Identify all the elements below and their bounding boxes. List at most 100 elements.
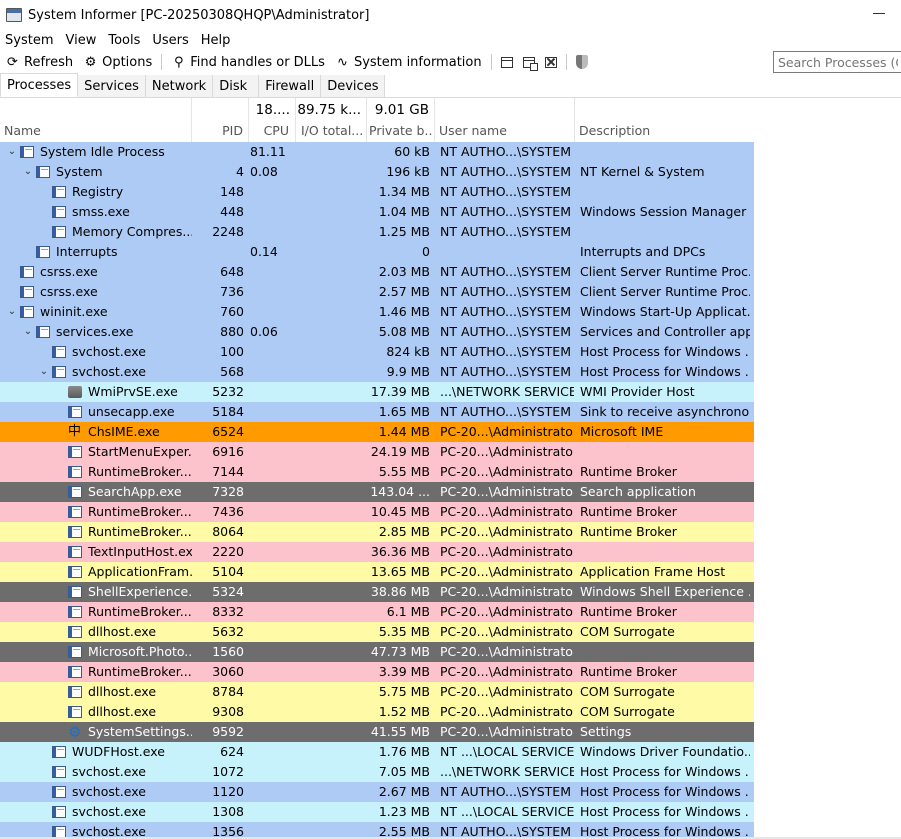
column-private-bytes[interactable]: 9.01 GB Private b... xyxy=(367,98,435,142)
process-icon xyxy=(52,746,66,758)
chevron-down-icon[interactable]: ⌄ xyxy=(22,322,34,342)
search-processes-input[interactable] xyxy=(773,51,901,73)
process-row[interactable]: ShellExperience... 5324 38.86 MB PC-20...\A… xyxy=(0,582,754,602)
private-bytes-cell: 0 xyxy=(422,244,430,259)
process-tree[interactable]: Name PID 18.... CPU 89.75 k... I/O total… xyxy=(0,98,901,839)
user-name-cell: NT AUTHO...\SYSTEM xyxy=(440,364,571,379)
options-button[interactable]: ⚙ Options xyxy=(78,51,157,73)
process-row[interactable]: smss.exe 448 1.04 MB NT AUTHO...\SYSTEM Wind… xyxy=(0,202,754,222)
menu-users[interactable]: Users xyxy=(147,33,195,48)
column-cpu[interactable]: 18.... CPU xyxy=(249,98,296,142)
process-row[interactable]: RuntimeBroker.... 7436 10.45 MB PC-20...\Ad… xyxy=(0,502,754,522)
process-row[interactable]: ⌄ System Idle Process 81.11 60 kB NT AUTHO..… xyxy=(0,142,754,162)
process-row[interactable]: Memory Compres... 2248 1.25 MB NT AUTHO...\… xyxy=(0,222,754,242)
system-information-button[interactable]: ∿ System information xyxy=(330,51,487,73)
process-row[interactable]: RuntimeBroker.... 8064 2.85 MB PC-20...\Adm… xyxy=(0,522,754,542)
pid-cell: 9308 xyxy=(212,704,244,719)
process-row[interactable]: RuntimeBroker.... 7144 5.55 MB PC-20...\Adm… xyxy=(0,462,754,482)
column-user-name[interactable]: User name xyxy=(435,98,575,142)
process-row[interactable]: 中 ChsIME.exe 6524 1.44 MB PC-20...\Administr… xyxy=(0,422,754,442)
process-row[interactable]: WUDFHost.exe 624 1.76 MB NT ...\LOCAL SERVI… xyxy=(0,742,754,762)
io-cell xyxy=(296,242,363,262)
tab-processes[interactable]: Processes xyxy=(0,73,79,97)
user-name-cell: PC-20...\Administrator xyxy=(440,624,574,639)
refresh-label: Refresh xyxy=(24,54,74,70)
column-io-total[interactable]: 89.75 k... I/O total... xyxy=(296,98,367,142)
menu-help[interactable]: Help xyxy=(196,33,238,48)
process-row[interactable]: dllhost.exe 5632 5.35 MB PC-20...\Administr… xyxy=(0,622,754,642)
process-row[interactable]: Registry 148 1.34 MB NT AUTHO...\SYSTEM xyxy=(0,182,754,202)
process-icon xyxy=(52,806,66,818)
process-row[interactable]: csrss.exe 736 2.57 MB NT AUTHO...\SYSTEM Cli… xyxy=(0,282,754,302)
process-name-cell: svchost.exe xyxy=(0,342,192,362)
cpu-cell xyxy=(250,422,292,442)
process-row[interactable]: svchost.exe 100 824 kB NT AUTHO...\SYSTEM Ho… xyxy=(0,342,754,362)
column-description[interactable]: Description xyxy=(575,98,754,142)
process-row[interactable]: ⚙ SystemSettings.... 9592 41.55 MB PC-20...\… xyxy=(0,722,754,742)
process-row[interactable]: dllhost.exe 8784 5.75 MB PC-20...\Administr… xyxy=(0,682,754,702)
process-row[interactable]: RuntimeBroker.... 8332 6.1 MB PC-20...\Admi… xyxy=(0,602,754,622)
process-row[interactable]: RuntimeBroker.... 3060 3.39 MB PC-20...\Adm… xyxy=(0,662,754,682)
description-cell: Runtime Broker xyxy=(580,524,677,539)
pid-cell xyxy=(192,142,244,162)
process-row[interactable]: ⌄ svchost.exe 568 9.9 MB NT AUTHO...\SYSTEM H… xyxy=(0,362,754,382)
process-row[interactable]: unsecapp.exe 5184 1.65 MB NT AUTHO...\SYSTE… xyxy=(0,402,754,422)
process-row[interactable]: dllhost.exe 9308 1.52 MB PC-20...\Administr… xyxy=(0,702,754,722)
process-row[interactable]: StartMenuExper... 6916 24.19 MB PC-20...\Ad… xyxy=(0,442,754,462)
tab-services[interactable]: Services xyxy=(78,75,146,97)
tab-devices[interactable]: Devices xyxy=(321,75,386,97)
io-cell xyxy=(296,442,363,462)
menu-view[interactable]: View xyxy=(60,33,103,48)
process-name-cell: StartMenuExper... xyxy=(0,442,192,462)
cpu-cell xyxy=(250,442,292,462)
kill-window-button[interactable] xyxy=(540,51,562,73)
tab-disk[interactable]: Disk xyxy=(213,75,260,97)
process-row[interactable]: Microsoft.Photo... 1560 47.73 MB PC-20...\A… xyxy=(0,642,754,662)
process-row[interactable]: svchost.exe 1308 1.23 MB NT ...\LOCAL SERVI… xyxy=(0,802,754,822)
process-name-cell: dllhost.exe xyxy=(0,682,192,702)
io-cell xyxy=(296,182,363,202)
refresh-button[interactable]: ⟳ Refresh xyxy=(0,51,78,73)
process-row[interactable]: Interrupts 0.14 0 Interrupts and DPCs xyxy=(0,242,754,262)
chevron-down-icon[interactable]: ⌄ xyxy=(6,142,18,162)
user-name-cell: NT AUTHO...\SYSTEM xyxy=(440,324,571,339)
cpu-cell xyxy=(250,782,292,802)
menu-tools[interactable]: Tools xyxy=(103,33,147,48)
pid-cell: 5184 xyxy=(212,404,244,419)
chevron-down-icon[interactable]: ⌄ xyxy=(22,162,34,182)
process-row[interactable]: ⌄ wininit.exe 760 1.46 MB NT AUTHO...\SYSTEM… xyxy=(0,302,754,322)
process-row[interactable]: csrss.exe 648 2.03 MB NT AUTHO...\SYSTEM Cli… xyxy=(0,262,754,282)
process-row[interactable]: WmiPrvSE.exe 5232 17.39 MB ...\NETWORK SERV… xyxy=(0,382,754,402)
column-pid[interactable]: PID xyxy=(192,98,249,142)
process-row[interactable]: ApplicationFram... 5104 13.65 MB PC-20...\A… xyxy=(0,562,754,582)
chevron-down-icon[interactable]: ⌄ xyxy=(6,302,18,322)
window-icon xyxy=(500,56,513,68)
pid-cell: 880 xyxy=(220,324,244,339)
process-row[interactable]: ⌄ services.exe 880 0.06 5.08 MB NT AUTHO...\S… xyxy=(0,322,754,342)
find-window-button[interactable] xyxy=(518,51,540,73)
elevate-button[interactable] xyxy=(571,51,593,73)
process-row[interactable]: TextInputHost.exe 2220 36.36 MB PC-20...\Ad… xyxy=(0,542,754,562)
process-row[interactable]: SearchApp.exe 7328 143.04 ... PC-20...\Admi… xyxy=(0,482,754,502)
process-row[interactable]: svchost.exe 1120 2.67 MB NT AUTHO...\SYSTEM… xyxy=(0,782,754,802)
chevron-down-icon[interactable]: ⌄ xyxy=(38,362,50,382)
minimize-icon[interactable] xyxy=(873,7,885,19)
process-name: TextInputHost.exe xyxy=(88,544,192,559)
process-row[interactable]: ⌄ System 4 0.08 196 kB NT AUTHO...\SYSTEM NT K… xyxy=(0,162,754,182)
description-cell: Client Server Runtime Proc... xyxy=(580,284,750,299)
tab-network[interactable]: Network xyxy=(145,75,214,97)
pid-cell: 2248 xyxy=(212,224,244,239)
find-handles-button[interactable]: ⚲ Find handles or DLLs xyxy=(166,51,330,73)
process-icon xyxy=(52,766,66,778)
window-button[interactable] xyxy=(496,51,518,73)
process-row[interactable]: svchost.exe 1072 7.05 MB ...\NETWORK SERVIC… xyxy=(0,762,754,782)
process-icon xyxy=(68,646,82,658)
process-name-cell: dllhost.exe xyxy=(0,622,192,642)
private-bytes-cell: 5.75 MB xyxy=(378,684,430,699)
user-name-cell: PC-20...\Administrator xyxy=(440,564,574,579)
tab-firewall[interactable]: Firewall xyxy=(259,75,322,97)
user-name-cell: NT AUTHO...\SYSTEM xyxy=(440,224,571,239)
cpu-cell xyxy=(250,262,292,282)
menu-system[interactable]: System xyxy=(0,33,60,48)
column-name[interactable]: Name xyxy=(0,98,192,142)
